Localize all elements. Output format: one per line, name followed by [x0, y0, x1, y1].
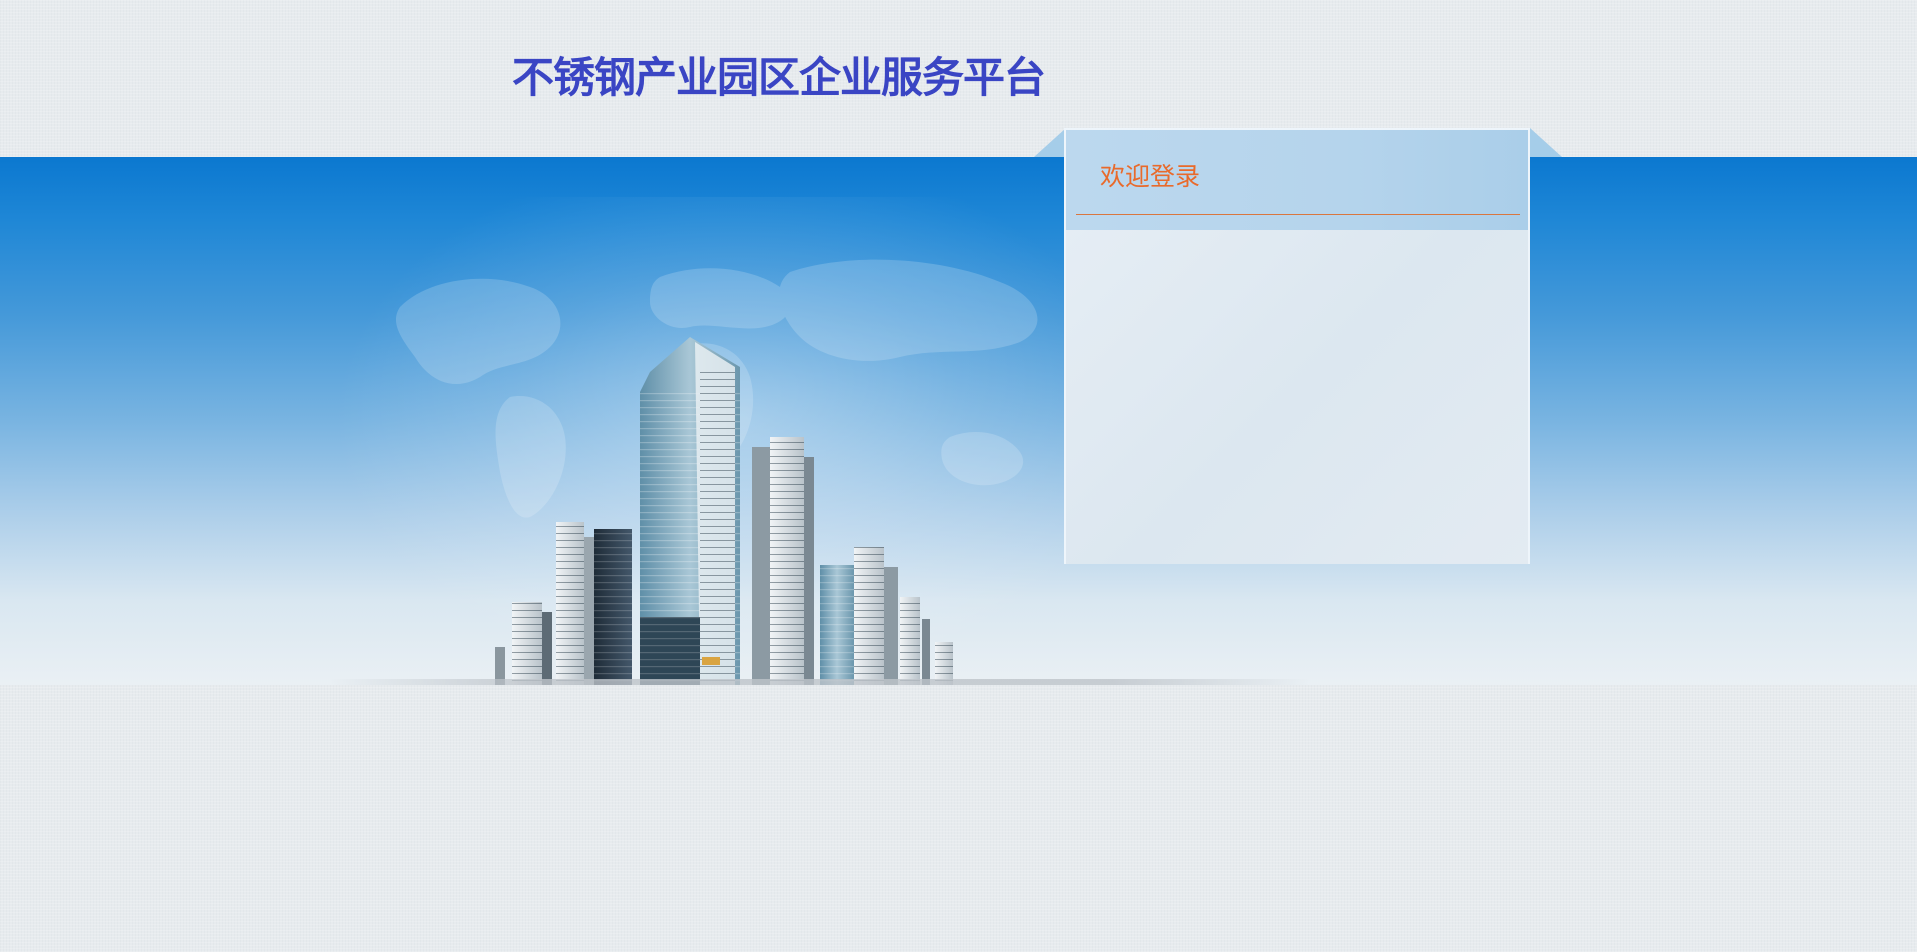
login-panel-header: 欢迎登录 — [1066, 130, 1528, 230]
login-panel: 欢迎登录 — [1064, 128, 1530, 564]
page-header: 不锈钢产业园区企业服务平台 — [0, 0, 1917, 157]
site-title: 不锈钢产业园区企业服务平台 — [512, 53, 1046, 102]
login-panel-body — [1066, 230, 1528, 564]
panel-wing-right — [1530, 128, 1562, 157]
hero-banner — [0, 157, 1917, 685]
login-panel-container: 欢迎登录 — [1034, 128, 1562, 568]
welcome-heading: 欢迎登录 — [1100, 162, 1201, 191]
panel-wing-left — [1034, 128, 1066, 157]
ground-shadow — [330, 679, 1310, 685]
city-skyline-illustration — [495, 337, 953, 685]
header-divider — [1076, 214, 1520, 215]
